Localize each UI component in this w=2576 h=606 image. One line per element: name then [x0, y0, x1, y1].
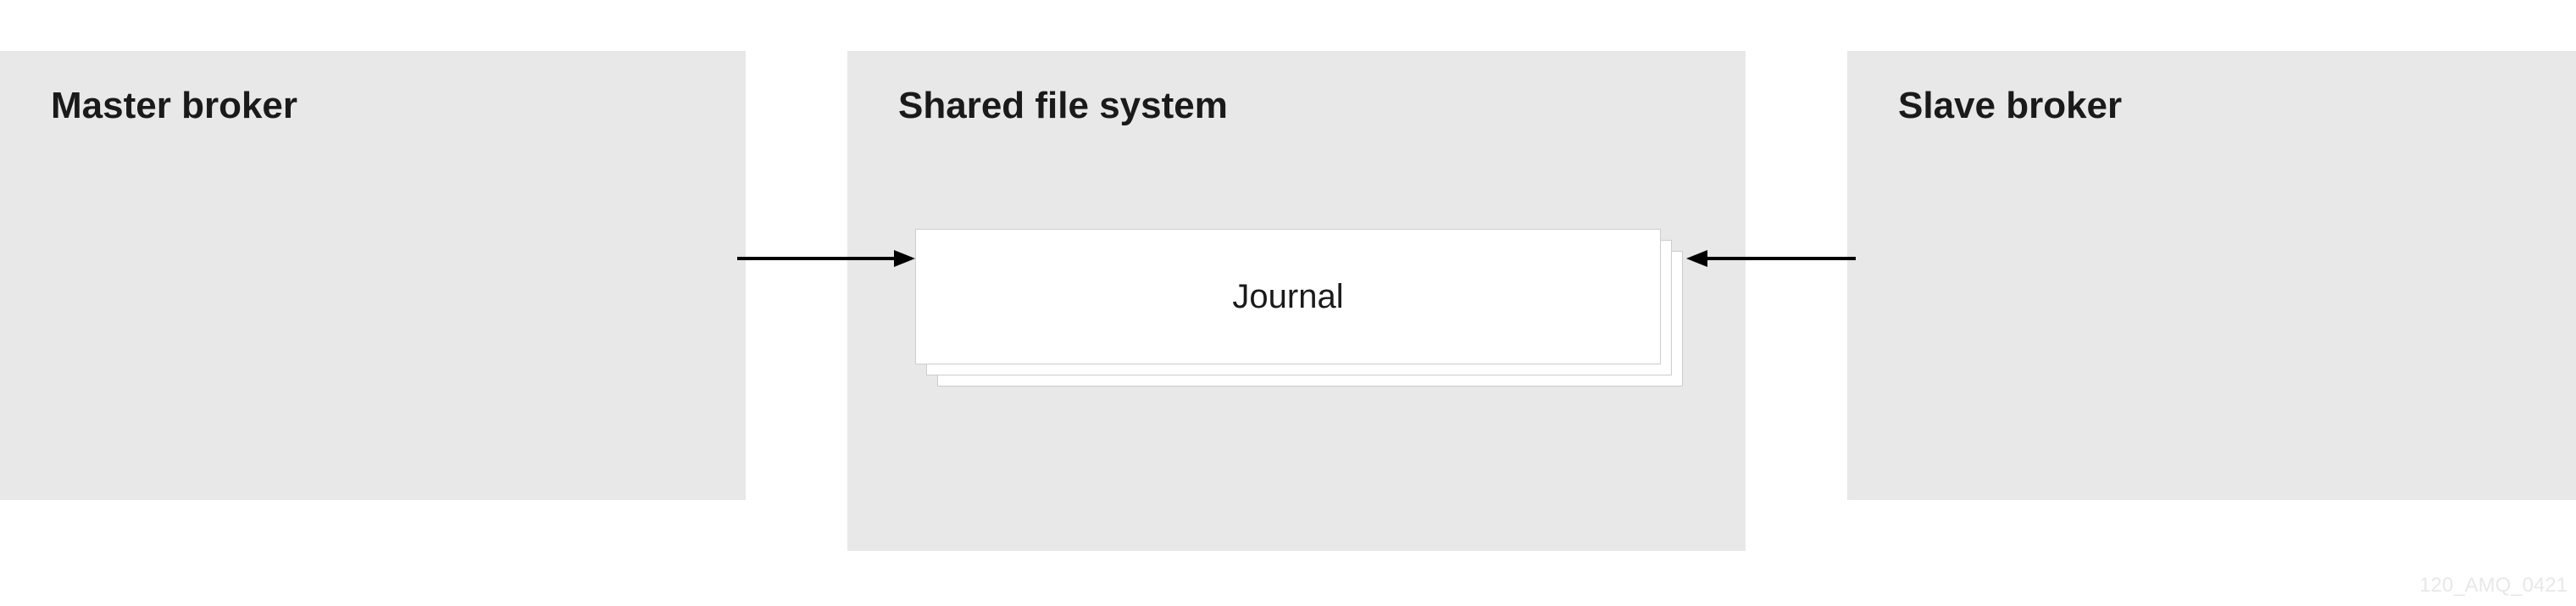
journal-label: Journal [1232, 278, 1343, 316]
master-broker-title: Master broker [51, 85, 695, 127]
diagram-container: Master broker Shared file system Journal… [0, 0, 2576, 606]
shared-file-system-box: Shared file system Journal [847, 51, 1746, 551]
slave-broker-title: Slave broker [1898, 85, 2525, 127]
arrow-master-to-journal [737, 246, 915, 271]
arrow-right-icon [737, 246, 915, 271]
journal-layer-front: Journal [915, 229, 1661, 364]
shared-file-system-title: Shared file system [898, 85, 1695, 127]
arrow-slave-to-journal [1686, 246, 1856, 271]
master-broker-box: Master broker [0, 51, 746, 500]
journal-stack: Journal [915, 229, 1678, 381]
arrow-left-icon [1686, 246, 1856, 271]
footer-id: 120_AMQ_0421 [2419, 574, 2568, 598]
slave-broker-box: Slave broker [1847, 51, 2576, 500]
